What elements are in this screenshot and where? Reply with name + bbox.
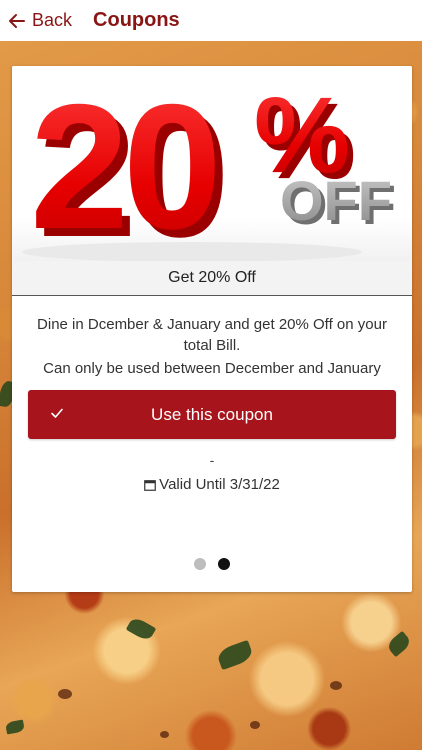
back-button[interactable]: Back (8, 0, 78, 41)
check-icon (51, 408, 63, 418)
promo-big-text: 20 (30, 67, 216, 261)
coupon-name: Get 20% Off (168, 269, 256, 286)
promo-graphic: 20 20 % % OFF OFF (22, 67, 396, 261)
use-coupon-button[interactable]: Use this coupon (28, 390, 396, 439)
separator-dash: - (209, 452, 215, 468)
coupon-restriction: Can only be used between December and Ja… (43, 360, 381, 377)
pager-dot-2[interactable] (218, 558, 230, 570)
coupon-name-bar: Get 20% Off (12, 261, 412, 296)
coupon-description: Dine in Dcember & January and get 20% Of… (37, 316, 387, 354)
calendar-icon (144, 479, 157, 491)
page-title: Coupons (93, 9, 180, 31)
use-coupon-label: Use this coupon (151, 404, 273, 424)
arrow-left-icon (9, 13, 25, 28)
valid-until-text: Valid Until 3/31/22 (159, 476, 280, 493)
coupon-promo-image: 20 20 % % OFF OFF (12, 66, 412, 261)
coupon-pager (12, 558, 412, 570)
promo-off-text: OFF (280, 169, 392, 232)
top-bar: Back Coupons (0, 0, 422, 41)
pager-dot-1[interactable] (194, 558, 206, 570)
back-label: Back (32, 10, 73, 30)
coupon-card: 20 20 % % OFF OFF Get 20% Off Dine in Dc… (12, 66, 412, 592)
validity-row: Valid Until 3/31/22 (12, 476, 412, 493)
